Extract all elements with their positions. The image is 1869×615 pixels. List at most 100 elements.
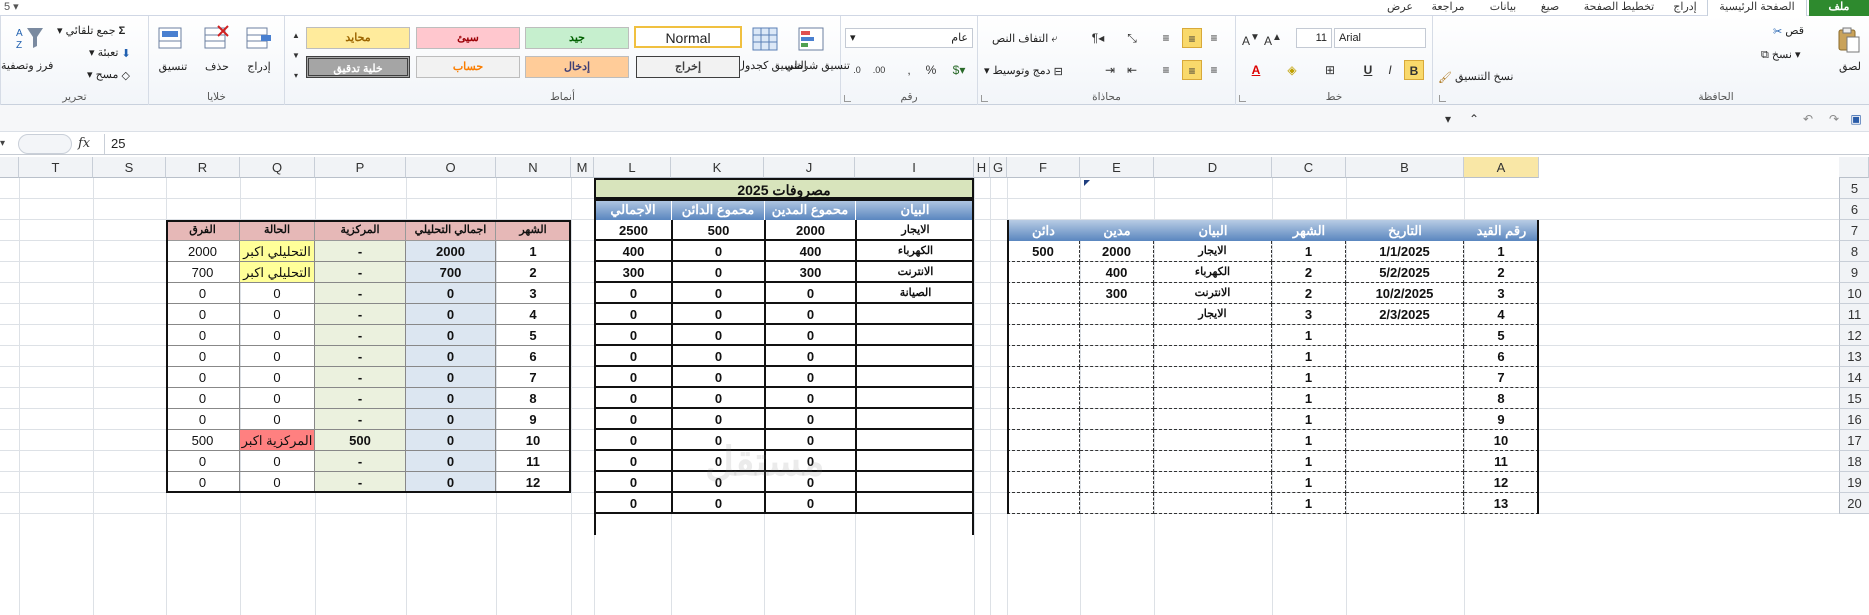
- styles-scroll-up-icon[interactable]: ▲: [288, 28, 304, 44]
- style-output[interactable]: إخراج: [636, 56, 740, 78]
- align-middle-icon[interactable]: ≡: [1182, 28, 1202, 48]
- undo-icon[interactable]: ↶: [1800, 111, 1816, 127]
- paste-button[interactable]: لصق: [1833, 60, 1867, 73]
- fill-button[interactable]: ▾ تعبئة ⬇: [89, 46, 131, 60]
- indent-decrease-icon[interactable]: ⇤: [1124, 62, 1140, 78]
- number-launcher-icon[interactable]: [844, 95, 851, 102]
- font-shrink-icon[interactable]: A▼: [1242, 30, 1260, 48]
- column-header-a[interactable]: A: [1464, 157, 1539, 178]
- column-header-e[interactable]: E: [1080, 157, 1154, 178]
- column-header-d[interactable]: D: [1154, 157, 1272, 178]
- row-header[interactable]: 15: [1839, 388, 1869, 409]
- ribbon-collapse-icon[interactable]: ⌃: [1466, 111, 1482, 127]
- worksheet-grid[interactable]: A B C D E F G H I J K L M N O P Q R S T 5 6 7 8 9 10 11 12 13 14 15 16 1…: [0, 157, 1869, 615]
- wrap-text-button[interactable]: التفاف النص ⤶: [992, 32, 1058, 46]
- format-painter-button[interactable]: 🖌 نسخ التنسيق: [1438, 70, 1513, 84]
- column-header-j[interactable]: J: [764, 157, 855, 178]
- column-header-g[interactable]: G: [990, 157, 1007, 178]
- column-header-l[interactable]: L: [594, 157, 671, 178]
- redo-icon[interactable]: ↷: [1826, 111, 1842, 127]
- format-button[interactable]: تنسيق: [151, 60, 195, 73]
- row-header[interactable]: 18: [1839, 451, 1869, 472]
- alignment-launcher-icon[interactable]: [981, 95, 988, 102]
- orientation-icon[interactable]: ⤡: [1124, 30, 1140, 46]
- tab-view[interactable]: عرض: [1380, 0, 1420, 16]
- column-header-q[interactable]: Q: [240, 157, 315, 178]
- column-header-o[interactable]: O: [406, 157, 496, 178]
- currency-icon[interactable]: $▾: [951, 62, 967, 78]
- style-input[interactable]: إدخال: [525, 56, 629, 78]
- row-header[interactable]: 6: [1839, 199, 1869, 220]
- column-header-p[interactable]: P: [315, 157, 406, 178]
- row-header[interactable]: 14: [1839, 367, 1869, 388]
- font-launcher-icon[interactable]: [1239, 95, 1246, 102]
- font-grow-icon[interactable]: A▲: [1264, 30, 1282, 48]
- tab-file[interactable]: ملف: [1809, 0, 1869, 16]
- row-header[interactable]: 11: [1839, 304, 1869, 325]
- row-header[interactable]: 8: [1839, 241, 1869, 262]
- row-header[interactable]: 20: [1839, 493, 1869, 514]
- style-calculation[interactable]: حساب: [416, 56, 520, 78]
- styles-more-icon[interactable]: ▾: [288, 68, 304, 84]
- borders-icon[interactable]: ⊞: [1322, 62, 1338, 78]
- save-icon[interactable]: ▣: [1848, 111, 1864, 127]
- align-center-icon[interactable]: ≡: [1182, 60, 1202, 80]
- row-header[interactable]: 7: [1839, 220, 1869, 241]
- column-header-f[interactable]: F: [1007, 157, 1080, 178]
- tab-data[interactable]: بيانات: [1478, 0, 1528, 16]
- font-color-icon[interactable]: A: [1248, 62, 1264, 78]
- style-neutral[interactable]: محايد: [306, 27, 410, 49]
- name-box-dropdown-icon[interactable]: ▾: [0, 135, 14, 153]
- column-header-s[interactable]: S: [93, 157, 166, 178]
- align-bottom-icon[interactable]: ≡: [1158, 30, 1174, 46]
- delete-button[interactable]: حذف: [199, 60, 235, 73]
- tab-insert[interactable]: إدراج: [1665, 0, 1705, 16]
- row-header[interactable]: 12: [1839, 325, 1869, 346]
- style-good[interactable]: جيد: [525, 27, 629, 49]
- row-header[interactable]: 13: [1839, 346, 1869, 367]
- column-header-n[interactable]: N: [496, 157, 571, 178]
- rtl-icon[interactable]: ¶◂: [1090, 30, 1106, 46]
- underline-button[interactable]: U: [1360, 62, 1376, 78]
- column-header-t[interactable]: T: [19, 157, 93, 178]
- column-header-r[interactable]: R: [166, 157, 240, 178]
- tab-page-layout[interactable]: تخطيط الصفحة: [1574, 0, 1664, 16]
- customize-toolbar-icon[interactable]: ▾: [1440, 111, 1456, 127]
- row-header[interactable]: 9: [1839, 262, 1869, 283]
- autosum-button[interactable]: ▾ جمع تلقائي Σ: [57, 24, 125, 37]
- copy-button[interactable]: ⧉ نسخ ▾: [1761, 48, 1800, 62]
- column-header-k[interactable]: K: [671, 157, 764, 178]
- styles-scroll-down-icon[interactable]: ▼: [288, 48, 304, 64]
- font-size-combo[interactable]: 11: [1296, 28, 1332, 48]
- style-bad[interactable]: سيئ: [416, 27, 520, 49]
- bold-button[interactable]: B: [1404, 60, 1424, 80]
- row-header[interactable]: 19: [1839, 472, 1869, 493]
- tab-formulas[interactable]: صيغ: [1530, 0, 1570, 16]
- column-header-i[interactable]: I: [855, 157, 974, 178]
- align-top-icon[interactable]: ≡: [1206, 30, 1222, 46]
- column-header-b[interactable]: B: [1346, 157, 1464, 178]
- fill-color-icon[interactable]: ◈: [1284, 62, 1300, 78]
- format-as-table-button[interactable]: التنسيق كجدول: [737, 60, 807, 72]
- formula-input[interactable]: 25: [104, 134, 1869, 154]
- style-check-cell[interactable]: خلية تدقيق: [306, 56, 410, 78]
- row-header[interactable]: 5: [1839, 178, 1869, 199]
- align-left-icon[interactable]: ≡: [1206, 62, 1222, 78]
- decrease-decimal-icon[interactable]: .0: [849, 62, 865, 78]
- row-header[interactable]: 16: [1839, 409, 1869, 430]
- style-normal[interactable]: Normal: [634, 26, 742, 48]
- font-name-combo[interactable]: Arial: [1334, 28, 1426, 48]
- increase-decimal-icon[interactable]: .00: [871, 62, 887, 78]
- cut-button[interactable]: ✂ قص: [1773, 24, 1804, 38]
- tab-review[interactable]: مراجعة: [1420, 0, 1476, 16]
- number-format-combo[interactable]: ▾ عام: [845, 28, 973, 48]
- tab-home[interactable]: الصفحة الرئيسية: [1707, 0, 1807, 17]
- column-header-c[interactable]: C: [1272, 157, 1346, 178]
- clear-button[interactable]: ▾ مسح ◇: [87, 68, 130, 82]
- merge-center-button[interactable]: ▾ دمج وتوسيط ⊟: [984, 64, 1063, 78]
- fx-icon[interactable]: fx: [78, 135, 102, 153]
- indent-increase-icon[interactable]: ⇥: [1102, 62, 1118, 78]
- sort-filter-button[interactable]: فرز وتصفية: [1, 60, 53, 72]
- column-header-m[interactable]: M: [571, 157, 594, 178]
- comma-icon[interactable]: ,: [901, 62, 917, 78]
